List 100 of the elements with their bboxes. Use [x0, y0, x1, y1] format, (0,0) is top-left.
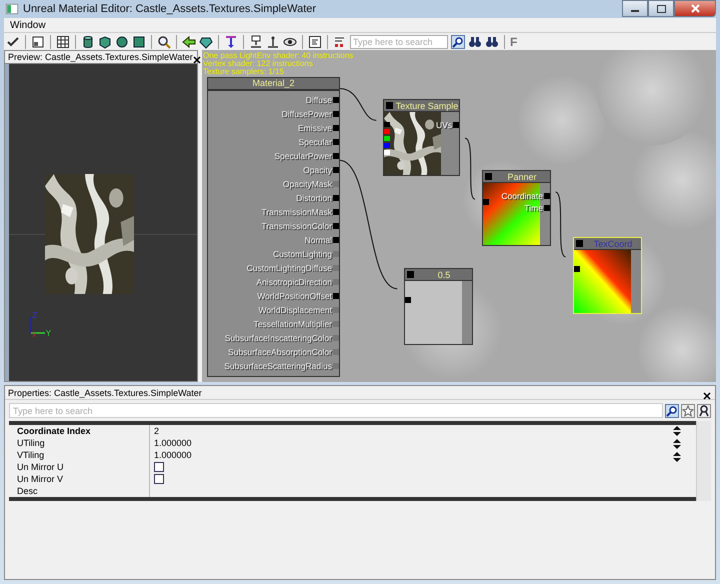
apply-icon[interactable] — [6, 34, 20, 48]
property-label[interactable]: Un Mirror U — [9, 461, 150, 473]
property-value[interactable]: 1.000000 — [150, 438, 192, 448]
pin-label: CustomLightingDiffuse — [246, 262, 332, 272]
input-pin[interactable] — [333, 180, 339, 186]
node-handle-icon[interactable] — [485, 173, 492, 180]
left-arrow-icon[interactable] — [182, 34, 196, 48]
window-title: Unreal Material Editor: Castle_Assets.Textures.SimpleWater — [23, 3, 318, 15]
input-pin[interactable] — [333, 96, 339, 102]
search-icon[interactable] — [451, 34, 465, 48]
grid-icon[interactable] — [56, 34, 70, 48]
input-pin[interactable] — [384, 136, 390, 141]
node-title: Texture Sample — [395, 100, 459, 110]
shader-stats-text: Vertex shader: 122 instructions — [203, 60, 314, 68]
property-label[interactable]: UTiling — [9, 437, 150, 449]
input-pin[interactable] — [483, 199, 489, 205]
node-handle-icon[interactable] — [386, 102, 393, 109]
minimize-button[interactable] — [622, 0, 648, 17]
expression-node[interactable]: Panner Coordinate Time — [482, 170, 551, 246]
input-pin[interactable] — [333, 250, 339, 256]
panel-title: Properties: Castle_Assets.Textures.SimpleWater — [8, 388, 202, 398]
maximize-icon — [656, 4, 666, 12]
property-label[interactable]: Coordinate Index — [9, 425, 150, 437]
input-pin[interactable] — [333, 362, 339, 368]
graph-canvas[interactable] — [202, 50, 716, 382]
axis-label: Z — [32, 311, 38, 320]
input-pin[interactable] — [333, 166, 339, 172]
wire — [338, 88, 377, 121]
property-label[interactable]: Un Mirror V — [9, 473, 150, 485]
star-icon[interactable] — [681, 404, 695, 418]
input-pin[interactable] — [333, 110, 339, 116]
stats-icon[interactable] — [333, 34, 347, 48]
property-value[interactable]: 2 — [150, 426, 160, 436]
pin-label: TransmissionMask — [261, 206, 332, 216]
expression-node[interactable]: 0.5 — [404, 268, 473, 345]
property-value[interactable]: 1.000000 — [150, 450, 192, 460]
input-pin[interactable] — [333, 292, 339, 298]
pin-label: DiffusePower — [282, 108, 332, 118]
pin-icon[interactable] — [224, 34, 238, 48]
checkbox[interactable] — [154, 474, 164, 484]
input-pin[interactable] — [333, 194, 339, 200]
input-pin[interactable] — [405, 297, 411, 303]
input-pin[interactable] — [333, 306, 339, 312]
font-icon[interactable]: F — [510, 34, 518, 48]
anchor-icon[interactable] — [266, 34, 280, 48]
maximize-button[interactable] — [648, 0, 674, 17]
axis-label: Y — [46, 329, 51, 337]
pin-label: TessellationMultiplier — [254, 318, 332, 328]
binoculars-icon[interactable] — [485, 34, 499, 48]
search-icon[interactable] — [665, 404, 679, 418]
input-pin[interactable] — [333, 152, 339, 158]
pin-label: TransmissionColor — [261, 220, 332, 230]
pin-label: SpecularPower — [274, 150, 332, 160]
input-pin[interactable] — [333, 264, 339, 270]
pin-label: AnisotropicDirection — [256, 276, 332, 286]
input-pin[interactable] — [384, 143, 390, 148]
layout-icon[interactable] — [31, 34, 45, 48]
input-pin[interactable] — [333, 320, 339, 326]
search-field[interactable]: Type here to search — [350, 34, 448, 48]
pin-label: Diffuse — [306, 94, 332, 104]
plane-icon[interactable] — [132, 34, 146, 48]
material-node[interactable] — [207, 77, 340, 377]
spinner-icon[interactable] — [672, 425, 682, 465]
input-pin[interactable] — [333, 138, 339, 144]
input-pin[interactable] — [333, 124, 339, 130]
input-pin[interactable] — [333, 208, 339, 214]
input-pin[interactable] — [333, 222, 339, 228]
checkbox[interactable] — [154, 462, 164, 472]
input-pin[interactable] — [333, 348, 339, 354]
pin-label: Time — [524, 203, 543, 213]
menu-item[interactable]: Window — [8, 20, 48, 30]
input-pin[interactable] — [574, 266, 580, 272]
node-title: Panner — [506, 172, 538, 182]
app-icon — [6, 4, 18, 14]
node-handle-icon[interactable] — [407, 271, 414, 278]
search-icon[interactable] — [157, 34, 171, 48]
scrollbar[interactable] — [696, 421, 711, 501]
cylinder-icon[interactable] — [81, 34, 95, 48]
close-icon — [690, 4, 700, 13]
input-pin[interactable] — [333, 278, 339, 284]
sphere-icon[interactable] — [115, 34, 129, 48]
constant-preview — [405, 281, 462, 344]
property-label[interactable]: VTiling — [9, 449, 150, 461]
input-pin[interactable] — [384, 122, 390, 127]
input-pin[interactable] — [384, 150, 390, 155]
text-icon[interactable] — [308, 34, 322, 48]
pin-label: Specular — [298, 136, 332, 146]
node-icon[interactable] — [249, 34, 263, 48]
search-field[interactable]: Type here to search — [9, 403, 663, 418]
node-title: TexCoord — [592, 238, 634, 248]
node-title: Material_2 — [207, 77, 340, 90]
pin-label: Coordinate — [501, 191, 543, 201]
gradient-preview — [574, 250, 631, 313]
input-pin[interactable] — [384, 129, 390, 134]
property-label[interactable]: Desc — [9, 485, 150, 497]
input-pin[interactable] — [333, 236, 339, 242]
node-handle-icon[interactable] — [576, 240, 583, 247]
input-pin[interactable] — [333, 334, 339, 340]
binoculars-icon[interactable] — [468, 34, 482, 48]
node-title: 0.5 — [436, 270, 452, 280]
